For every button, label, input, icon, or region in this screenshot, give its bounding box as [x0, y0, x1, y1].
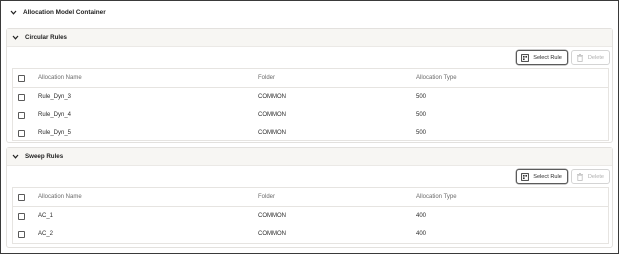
allocation-name-cell: AC_1	[38, 213, 54, 219]
circular-rules-table: Allocation Name Folder Allocation Type R…	[12, 68, 609, 141]
allocation-type-cell: 500	[416, 130, 427, 136]
folder-cell: COMMON	[258, 94, 286, 100]
circular-rules-header[interactable]: Circular Rules	[7, 29, 612, 47]
allocation-type-cell: 500	[416, 94, 427, 100]
column-header[interactable]: Allocation Name	[38, 194, 82, 200]
table-row[interactable]: Rule_Dyn_3 COMMON 500	[13, 88, 608, 106]
select-all-checkbox[interactable]	[18, 193, 25, 201]
circular-rules-toolbar: Select Rule Delete	[516, 50, 610, 65]
chevron-down-icon[interactable]	[12, 34, 19, 41]
sweep-rules-toolbar: Select Rule Delete	[516, 169, 610, 184]
table-row[interactable]: Rule_Dyn_4 COMMON 500	[13, 106, 608, 124]
allocation-name-cell: AC_2	[38, 231, 54, 237]
table-row[interactable]: Rule_Dyn_5 COMMON 500	[13, 124, 608, 142]
sweep-rules-section: Sweep Rules Select Rule Delete Allocatio…	[6, 147, 613, 248]
trash-icon	[576, 172, 584, 181]
folder-cell: COMMON	[258, 112, 286, 118]
delete-label: Delete	[587, 173, 604, 180]
table-row[interactable]: AC_2 COMMON 400	[13, 225, 608, 243]
row-checkbox[interactable]	[18, 129, 25, 137]
allocation-type-cell: 400	[416, 231, 427, 237]
allocation-type-cell: 500	[416, 112, 427, 118]
table-header: Allocation Name Folder Allocation Type	[13, 69, 608, 88]
chevron-down-icon[interactable]	[12, 153, 19, 160]
table-header: Allocation Name Folder Allocation Type	[13, 188, 608, 207]
folder-cell: COMMON	[258, 213, 286, 219]
select-rule-label: Select Rule	[533, 54, 562, 61]
trash-icon	[576, 53, 584, 62]
allocation-name-cell: Rule_Dyn_3	[38, 94, 72, 100]
select-all-checkbox[interactable]	[18, 74, 25, 82]
container-header[interactable]: Allocation Model Container	[2, 2, 617, 23]
column-header[interactable]: Folder	[258, 75, 275, 81]
folder-cell: COMMON	[258, 130, 286, 136]
select-rule-button[interactable]: Select Rule	[516, 50, 568, 65]
column-header[interactable]: Folder	[258, 194, 275, 200]
section-title: Circular Rules	[25, 34, 67, 41]
folder-cell: COMMON	[258, 231, 286, 237]
row-checkbox[interactable]	[18, 230, 25, 238]
allocation-type-cell: 400	[416, 213, 427, 219]
column-header[interactable]: Allocation Type	[416, 194, 457, 200]
container-title: Allocation Model Container	[23, 9, 106, 16]
row-checkbox[interactable]	[18, 212, 25, 220]
select-rule-icon	[521, 172, 530, 181]
column-header[interactable]: Allocation Type	[416, 75, 457, 81]
sweep-rules-header[interactable]: Sweep Rules	[7, 148, 612, 166]
allocation-model-panel: Allocation Model Container Circular Rule…	[0, 0, 619, 254]
allocation-name-cell: Rule_Dyn_5	[38, 130, 72, 136]
sweep-rules-table: Allocation Name Folder Allocation Type A…	[12, 187, 609, 244]
delete-button[interactable]: Delete	[570, 50, 610, 65]
column-header[interactable]: Allocation Name	[38, 75, 82, 81]
allocation-name-cell: Rule_Dyn_4	[38, 112, 72, 118]
chevron-down-icon[interactable]	[10, 9, 17, 16]
circular-rules-section: Circular Rules Select Rule Delete Alloca…	[6, 28, 613, 143]
row-checkbox[interactable]	[18, 111, 25, 119]
section-title: Sweep Rules	[25, 153, 64, 160]
select-rule-button[interactable]: Select Rule	[516, 169, 568, 184]
select-rule-label: Select Rule	[533, 173, 562, 180]
row-checkbox[interactable]	[18, 93, 25, 101]
delete-button[interactable]: Delete	[570, 169, 610, 184]
table-row[interactable]: AC_1 COMMON 400	[13, 207, 608, 225]
delete-label: Delete	[587, 54, 604, 61]
select-rule-icon	[521, 53, 530, 62]
